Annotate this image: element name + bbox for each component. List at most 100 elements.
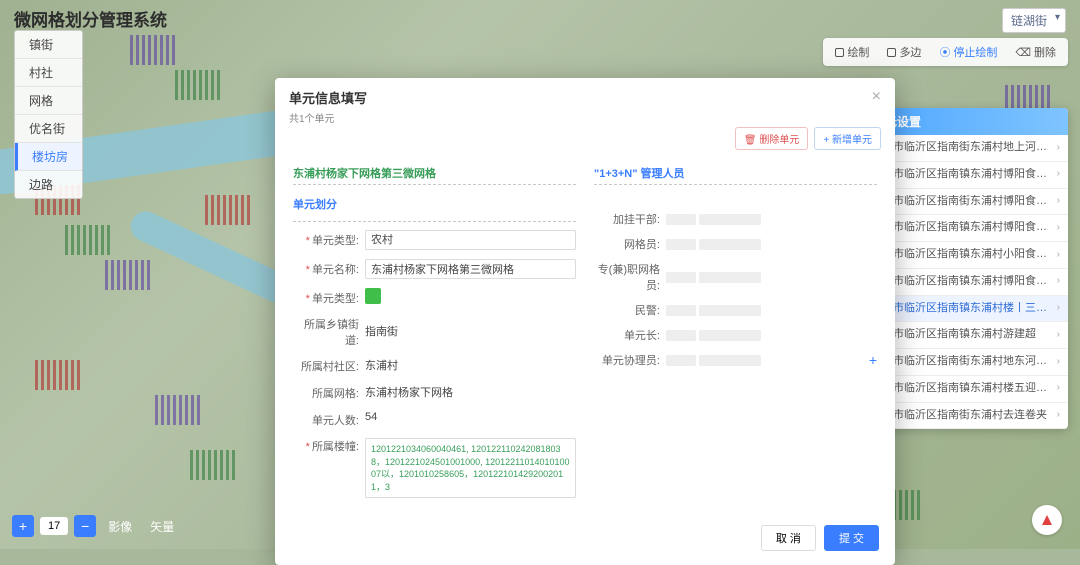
layer-tab[interactable]: 村社	[15, 59, 82, 87]
field-label: 单元协理员:	[594, 352, 666, 368]
chevron-right-icon: ›	[1057, 222, 1060, 235]
layer-panel: 镇街 村社 网格 优名街 楼坊房 边路	[14, 30, 83, 199]
tool-label: 停止绘制	[953, 44, 997, 60]
cancel-button[interactable]: 取 消	[761, 525, 816, 551]
police-value	[666, 304, 877, 316]
pause-icon: ⦿	[939, 44, 950, 60]
modal-title: 单元信息填写	[289, 88, 367, 107]
field-label: 单元人数:	[293, 412, 365, 428]
building-codes-textarea[interactable]: 1201221034060040461, 1201221102420818038…	[365, 438, 576, 498]
street-value: 指南街	[365, 323, 576, 341]
chevron-right-icon: ›	[1057, 356, 1060, 369]
button-label: 删除单元	[759, 135, 799, 146]
field-label: 加挂干部:	[594, 211, 666, 227]
category-tag-icon[interactable]	[365, 288, 381, 304]
building-cluster	[205, 195, 251, 225]
compass-button[interactable]	[1032, 505, 1062, 535]
unit-item-label: 杭州市临沂区指南街东浦村地上河分校园	[871, 141, 1053, 155]
modal-close-button[interactable]: ×	[872, 88, 881, 106]
field-label: 所属网格:	[293, 385, 365, 401]
building-cluster	[130, 35, 176, 65]
population-value: 54	[365, 411, 576, 429]
layer-tab[interactable]: 边路	[15, 171, 82, 198]
unit-item-label: 杭州市临沂区指南镇东浦村游建超	[871, 328, 1053, 342]
cadre-value	[666, 213, 877, 225]
field-label: 民警:	[594, 302, 666, 318]
building-cluster	[65, 225, 111, 255]
building-cluster	[175, 70, 221, 100]
tool-delete[interactable]: ⌫删除	[1009, 42, 1062, 62]
tool-label: 多边	[899, 44, 921, 60]
unit-type-select[interactable]: 农村	[365, 230, 576, 250]
add-assistant-button[interactable]: +	[869, 352, 877, 368]
add-unit-button[interactable]: + 新增单元	[814, 127, 881, 150]
draw-icon	[835, 48, 844, 57]
field-label: 所属乡镇街道:	[293, 316, 365, 348]
chevron-right-icon: ›	[1057, 409, 1060, 422]
building-cluster	[105, 260, 151, 290]
tool-draw[interactable]: 绘制	[829, 42, 875, 62]
zoom-in-button[interactable]: +	[12, 515, 34, 537]
field-label: 单元长:	[594, 327, 666, 343]
basemap-imagery[interactable]: 影像	[102, 518, 138, 535]
multi-value	[666, 271, 877, 283]
field-label: 所属村社区:	[293, 358, 365, 374]
polygon-icon	[887, 48, 896, 57]
unit-item-label: 杭州市临沂区指南镇东浦村楼丨三福尚用所	[871, 302, 1053, 316]
layer-tab[interactable]: 镇街	[15, 31, 82, 59]
unit-name-input[interactable]	[365, 259, 576, 279]
grider-value	[666, 238, 877, 250]
field-label: 专(兼)职网格员:	[594, 261, 666, 293]
tool-polygon[interactable]: 多边	[881, 42, 927, 62]
submit-button[interactable]: 提 交	[824, 525, 879, 551]
zoom-level: 17	[40, 517, 68, 535]
field-label: 单元名称:	[293, 261, 365, 277]
building-cluster	[155, 395, 201, 425]
layer-tab[interactable]: 楼坊房	[15, 143, 82, 171]
building-cluster	[190, 450, 236, 480]
unit-item-label: 杭州市临沂区指南镇东浦村博阳食品厂厂房03	[871, 275, 1053, 289]
region-select[interactable]: 链湖街	[1002, 8, 1066, 33]
zoom-out-button[interactable]: −	[74, 515, 96, 537]
basemap-vector[interactable]: 矢量	[144, 518, 180, 535]
field-label: 单元类型:	[293, 290, 365, 306]
chevron-right-icon: ›	[1057, 382, 1060, 395]
unit-assist-value	[666, 354, 865, 366]
tool-label: 绘制	[847, 44, 869, 60]
zoom-controls: + 17 − 影像 矢量	[12, 515, 180, 537]
layer-tab[interactable]: 网格	[15, 87, 82, 115]
draw-toolbar: 绘制 多边 ⦿停止绘制 ⌫删除	[823, 38, 1068, 66]
chevron-right-icon: ›	[1057, 329, 1060, 342]
modal-subtitle: 共1个单元	[289, 110, 367, 125]
trash-icon: 🗑	[744, 135, 757, 146]
tool-pause[interactable]: ⦿停止绘制	[933, 42, 1003, 62]
unit-item-label: 杭州市临沂区指南街东浦村去连卷夹	[871, 409, 1053, 423]
tool-label: 删除	[1034, 44, 1056, 60]
chevron-right-icon: ›	[1057, 275, 1060, 288]
chevron-right-icon: ›	[1057, 168, 1060, 181]
field-label: 单元类型:	[293, 232, 365, 248]
delete-icon: ⌫	[1015, 46, 1031, 59]
section-grid-name: 东浦村杨家下网格第三微网格	[293, 162, 576, 185]
village-value: 东浦村	[365, 357, 576, 375]
app-title: 微网格划分管理系统	[14, 6, 167, 31]
chevron-right-icon: ›	[1057, 142, 1060, 155]
layer-tab[interactable]: 优名街	[15, 115, 82, 143]
chevron-right-icon: ›	[1057, 195, 1060, 208]
unit-item-label: 杭州市临沂区指南镇东浦村博阳食品厂厂房02	[871, 221, 1053, 235]
delete-unit-button[interactable]: 🗑 删除单元	[735, 127, 808, 150]
chevron-right-icon: ›	[1057, 302, 1060, 315]
unit-item-label: 杭州市临沂区指南镇东浦村博阳食品厂	[871, 168, 1053, 182]
unit-item-label: 杭州市临沂区指南街东浦村博阳食品厂厂房01	[871, 195, 1053, 209]
unit-item-label: 杭州市临沂区指南镇东浦村小阳食品厂厂房04	[871, 248, 1053, 262]
region-select-value: 链湖街	[1011, 14, 1047, 28]
building-cluster	[35, 360, 81, 390]
section-unit-division: 单元划分	[293, 193, 576, 215]
unit-item-label: 杭州市临沂区指南街东浦村地东河连水	[871, 355, 1053, 369]
field-label: 所属楼幢:	[293, 438, 365, 454]
unit-leader-value	[666, 329, 877, 341]
field-label: 网格员:	[594, 236, 666, 252]
grid-value: 东浦村杨家下网格	[365, 384, 576, 402]
unit-info-modal: 单元信息填写 共1个单元 × 🗑 删除单元 + 新增单元 东浦村杨家下网格第三微…	[275, 78, 895, 565]
unit-item-label: 杭州市临沂区指南镇东浦村楼五迎建翰林	[871, 382, 1053, 396]
